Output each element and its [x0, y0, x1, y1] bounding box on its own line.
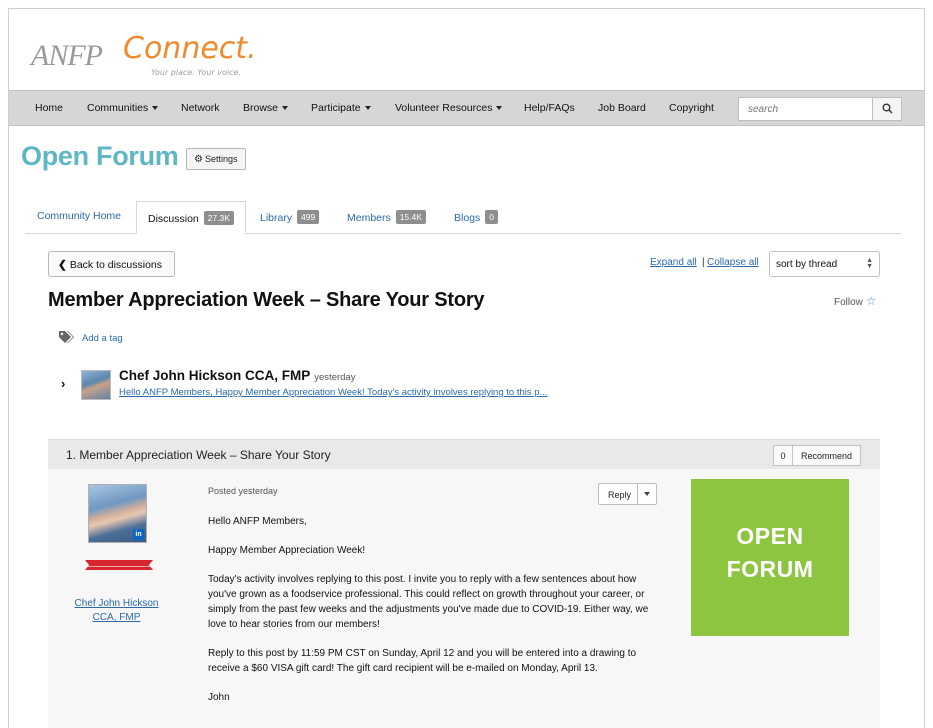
settings-button[interactable]: ⚙ Settings [186, 148, 246, 170]
expand-all-link[interactable]: Expand all [650, 257, 697, 268]
post-paragraph: Hello ANFP Members, [208, 516, 307, 527]
back-label: Back to discussions [69, 259, 163, 271]
tag-icon [59, 331, 74, 343]
settings-label: Settings [204, 154, 238, 164]
tab-discussion[interactable]: Discussion 27.3K [136, 201, 246, 234]
chevron-down-icon [496, 106, 503, 111]
thread-timestamp: yesterday [314, 372, 356, 383]
tab-blogs-label: Blogs [454, 212, 481, 224]
blogs-count-badge: 0 [485, 210, 498, 224]
tab-library-label: Library [260, 212, 293, 224]
tab-library[interactable]: Library 499 [260, 210, 320, 224]
collapse-all-link[interactable]: Collapse all [707, 257, 759, 268]
select-arrows-icon: ▲ ▼ [866, 257, 873, 270]
community-tabs: Community Home Discussion 27.3K Library … [25, 201, 901, 234]
tab-members[interactable]: Members 15.4K [347, 210, 426, 224]
search-input[interactable] [739, 98, 873, 120]
ribbon-divider [85, 566, 153, 567]
reply-button[interactable]: Reply [608, 490, 631, 500]
gear-icon: ⚙ [194, 154, 203, 165]
nav-participate[interactable]: Participate [311, 102, 371, 114]
post-text: Hello ANFP Members, Happy Member Appreci… [208, 514, 663, 719]
add-tag-link[interactable]: Add a tag [82, 333, 123, 344]
nav-participate-label: Participate [311, 102, 361, 114]
library-count-badge: 499 [297, 210, 320, 224]
nav-browse-label: Browse [243, 102, 279, 114]
posted-timestamp: Posted yesterday [208, 486, 278, 496]
site-header: ANFP Connect. Your place. Your voice. [9, 9, 924, 90]
nav-volunteer-resources-label: Volunteer Resources [395, 102, 493, 114]
anfp-connect-logo[interactable]: ANFP Connect. Your place. Your voice. [31, 21, 271, 81]
tab-discussion-label: Discussion [148, 213, 199, 225]
nav-browse[interactable]: Browse [243, 102, 289, 114]
follow-label: Follow [834, 297, 863, 308]
author-thumbnail[interactable] [81, 370, 111, 400]
reply-dropdown-toggle[interactable] [637, 484, 656, 504]
recommend-button[interactable]: 0 Recommend [773, 445, 861, 466]
logo-anfp-text: ANFP [31, 39, 103, 72]
nav-communities-label: Communities [87, 102, 149, 114]
sort-value: sort by thread [776, 259, 838, 270]
page-title: Open Forum [21, 141, 179, 171]
nav-network[interactable]: Network [181, 102, 220, 114]
tab-blogs[interactable]: Blogs 0 [454, 210, 498, 224]
volunteer-leader-ribbon [85, 560, 153, 570]
search-box [738, 97, 902, 121]
avatar[interactable]: in [88, 484, 147, 543]
nav-communities[interactable]: Communities [87, 102, 159, 114]
post-author-link[interactable]: Chef John Hickson CCA, FMP [64, 597, 169, 625]
main-nav: Home Communities Network Browse Particip… [9, 90, 924, 126]
recommend-count: 0 [774, 446, 793, 465]
tab-community-home[interactable]: Community Home [37, 210, 121, 222]
logo-tagline: Your place. Your voice. [151, 68, 241, 77]
sort-select[interactable]: sort by thread ▲ ▼ [769, 251, 880, 277]
nav-volunteer-resources[interactable]: Volunteer Resources [395, 102, 503, 114]
open-forum-promo-image: OPEN FORUM [691, 479, 849, 636]
members-count-badge: 15.4K [395, 210, 426, 224]
recommend-label: Recommend [801, 451, 853, 461]
back-to-discussions-button[interactable]: ❮ Back to discussions [48, 251, 175, 277]
thread-author[interactable]: Chef John Hickson CCA, FMP [119, 368, 310, 383]
tab-members-label: Members [347, 212, 391, 224]
chevron-down-icon [364, 106, 371, 111]
reply-button-group: Reply [598, 483, 657, 505]
star-icon: ☆ [865, 294, 877, 308]
chevron-down-icon [152, 106, 159, 111]
thread-author-line: Chef John Hickson CCA, FMP yesterday [119, 368, 355, 383]
follow-button[interactable]: Follow ☆ [834, 294, 876, 308]
post-paragraph: Reply to this post by 11:59 PM CST on Su… [208, 648, 637, 674]
post-title: 1. Member Appreciation Week – Share Your… [66, 448, 331, 462]
link-separator: | [702, 257, 705, 268]
nav-home[interactable]: Home [35, 102, 63, 114]
promo-line-1: OPEN [736, 523, 804, 549]
post-paragraph: John [208, 692, 230, 703]
logo-connect-text: Connect. [123, 31, 257, 66]
linkedin-icon[interactable]: in [133, 529, 144, 540]
nav-job-board[interactable]: Job Board [598, 102, 646, 114]
search-button[interactable] [872, 98, 901, 120]
promo-line-2: FORUM [726, 556, 814, 582]
nav-help-faqs[interactable]: Help/FAQs [524, 102, 575, 114]
nav-copyright[interactable]: Copyright [669, 102, 714, 114]
thread-snippet-link[interactable]: Hello ANFP Members, Happy Member Appreci… [119, 387, 547, 398]
page-frame: ANFP Connect. Your place. Your voice. Ho… [8, 8, 925, 728]
chevron-down-icon [282, 106, 289, 111]
chevron-right-icon[interactable]: › [61, 376, 65, 391]
discussion-count-badge: 27.3K [203, 211, 234, 225]
thread-title: Member Appreciation Week – Share Your St… [48, 289, 485, 311]
post-header: 1. Member Appreciation Week – Share Your… [48, 439, 880, 469]
search-icon [882, 103, 893, 114]
post-paragraph: Happy Member Appreciation Week! [208, 545, 366, 556]
chevron-left-icon: ❮ [58, 259, 67, 271]
post-paragraph: Today's activity involves replying to th… [208, 574, 649, 630]
